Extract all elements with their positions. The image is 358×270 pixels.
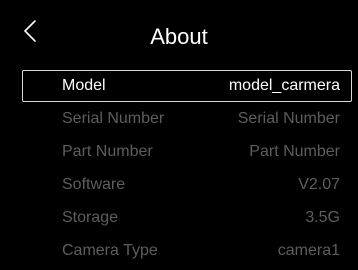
page-title: About <box>150 24 208 49</box>
row-value: V2.07 <box>298 176 340 193</box>
row-label: Software <box>62 176 126 193</box>
row-value: Part Number <box>249 143 340 160</box>
row-label: Model <box>62 77 106 94</box>
row-label: Camera Type <box>62 242 158 259</box>
row-value: Serial Number <box>237 110 340 127</box>
row-camera-type[interactable]: Camera Type camera1 <box>22 235 352 267</box>
header-bar: About <box>0 0 358 60</box>
row-value: camera1 <box>277 242 340 259</box>
row-model[interactable]: Model model_carmera <box>22 70 352 102</box>
row-label: Part Number <box>62 143 153 160</box>
row-part-number[interactable]: Part Number Part Number <box>22 136 352 168</box>
row-value: 3.5G <box>305 209 340 226</box>
about-list: Model model_carmera Serial Number Serial… <box>22 70 352 268</box>
row-software[interactable]: Software V2.07 <box>22 169 352 201</box>
row-label: Storage <box>62 209 119 226</box>
row-serial-number[interactable]: Serial Number Serial Number <box>22 103 352 135</box>
row-value: model_carmera <box>228 77 340 94</box>
row-label: Serial Number <box>62 110 165 127</box>
row-storage[interactable]: Storage 3.5G <box>22 202 352 234</box>
